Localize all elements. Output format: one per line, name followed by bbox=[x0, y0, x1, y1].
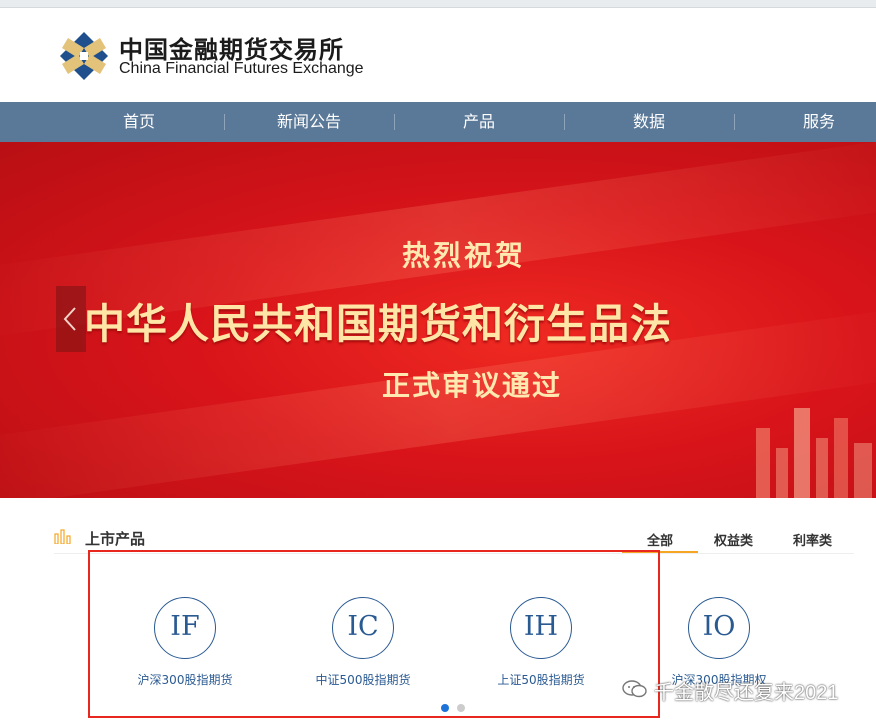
tab-all[interactable]: 全部 bbox=[647, 530, 673, 549]
product-ic-icon[interactable]: IC bbox=[332, 597, 394, 659]
product-ic-label[interactable]: 中证500股指期货 bbox=[283, 671, 443, 688]
nav-item-services[interactable]: 服务 bbox=[759, 102, 876, 142]
chevron-left-icon bbox=[63, 307, 76, 331]
tab-interest-rate[interactable]: 利率类 bbox=[793, 530, 832, 549]
product-if-icon[interactable]: IF bbox=[154, 597, 216, 659]
city-skyline-icon bbox=[756, 408, 872, 498]
section-title: 上市产品 bbox=[85, 530, 146, 548]
active-tab-indicator bbox=[622, 551, 698, 553]
wechat-icon bbox=[622, 680, 647, 698]
browser-top-strip bbox=[0, 0, 876, 8]
banner-prev-button[interactable] bbox=[56, 286, 86, 352]
product-io-icon[interactable]: IO bbox=[688, 597, 750, 659]
nav-separator bbox=[224, 114, 225, 130]
site-header: 中国金融期货交易所 China Financial Futures Exchan… bbox=[0, 8, 876, 102]
nav-separator bbox=[734, 114, 735, 130]
product-if-label[interactable]: 沪深300股指期货 bbox=[105, 671, 265, 688]
watermark-text: 千金散尽还复来2021 bbox=[654, 682, 839, 704]
section-divider bbox=[54, 553, 854, 554]
banner-headline-top: 热烈祝贺 bbox=[401, 239, 526, 272]
nav-separator bbox=[394, 114, 395, 130]
bar-chart-icon bbox=[54, 529, 71, 544]
tab-equity[interactable]: 权益类 bbox=[714, 530, 753, 549]
banner-headline-main: 中华人民共和国期货和衍生品法 bbox=[84, 300, 672, 348]
product-ih-label[interactable]: 上证50股指期货 bbox=[461, 671, 621, 688]
nav-item-data[interactable]: 数据 bbox=[589, 102, 709, 142]
nav-separator bbox=[564, 114, 565, 130]
logo-english-name: China Financial Futures Exchange bbox=[119, 60, 364, 77]
main-nav: 首页 新闻公告 产品 数据 服务 bbox=[0, 102, 876, 142]
nav-item-products[interactable]: 产品 bbox=[419, 102, 539, 142]
nav-item-news[interactable]: 新闻公告 bbox=[249, 102, 369, 142]
nav-item-home[interactable]: 首页 bbox=[79, 102, 199, 142]
carousel-dot[interactable] bbox=[457, 704, 465, 712]
product-ih-icon[interactable]: IH bbox=[510, 597, 572, 659]
carousel-dot-active[interactable] bbox=[441, 704, 449, 712]
hero-banner[interactable]: 热烈祝贺 中华人民共和国期货和衍生品法 正式审议通过 bbox=[0, 142, 876, 498]
cffex-logo-icon[interactable] bbox=[58, 30, 110, 82]
